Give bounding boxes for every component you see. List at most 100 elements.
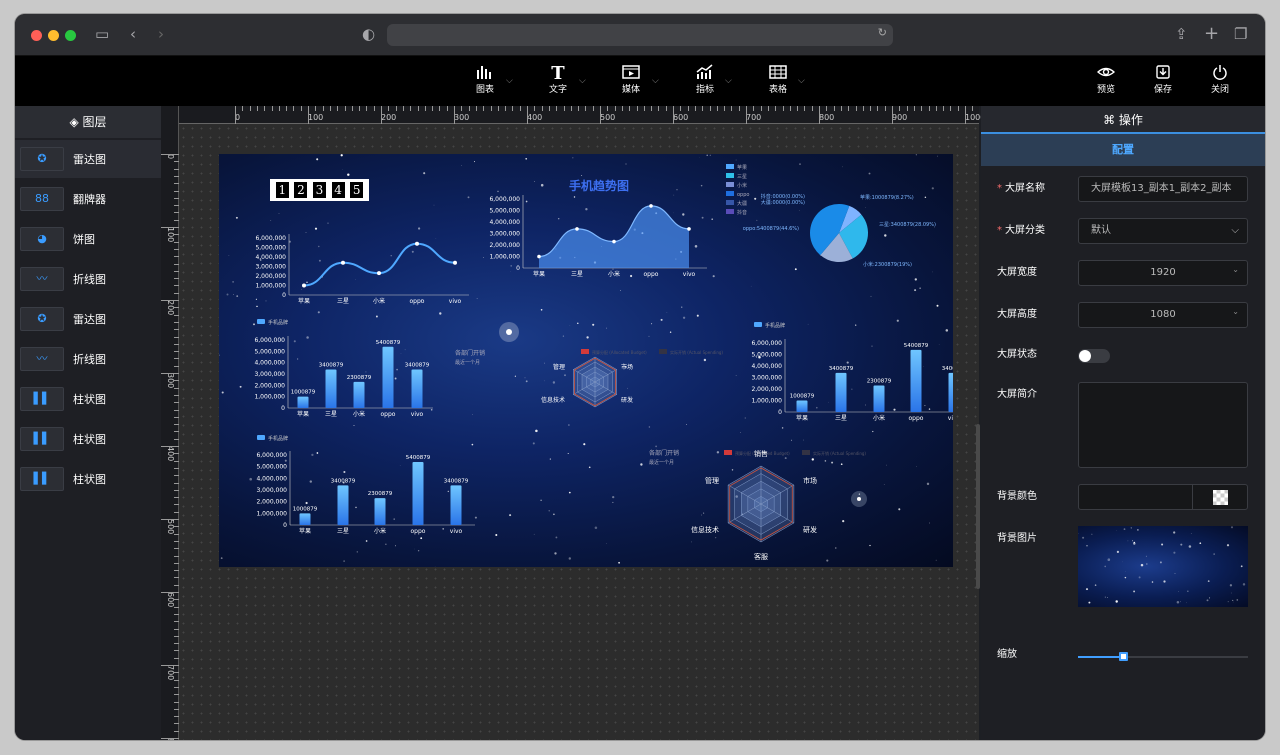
name-input[interactable]: 大屏模板13_副本1_副本2_副本	[1078, 176, 1248, 202]
chart-tool-button[interactable]: 图表	[460, 64, 510, 96]
intro-label: 大屏简介	[997, 389, 1037, 400]
radar-title: 各部门开销	[649, 449, 679, 457]
chevron-down-icon[interactable]: ⌵	[579, 76, 586, 86]
stepper-arrows-icon[interactable]: ⌃⌄	[1232, 261, 1239, 275]
layer-item[interactable]: ▌▌ 柱状图	[15, 460, 161, 498]
chevron-down-icon[interactable]: ⌵	[652, 76, 659, 86]
media-tool-button[interactable]: 媒体	[606, 64, 656, 96]
bar-legend-label: 手机品牌	[765, 322, 785, 329]
layer-item[interactable]: ✪ 雷达图	[15, 300, 161, 338]
save-button[interactable]: 保存	[1138, 64, 1188, 96]
chevron-down-icon[interactable]: ⌵	[798, 76, 805, 86]
chevron-down-icon[interactable]: ⌵	[506, 76, 513, 86]
bar-legend-swatch	[257, 435, 265, 440]
back-icon[interactable]: ‹	[130, 24, 136, 44]
radar-axis-label: 管理	[553, 363, 565, 371]
layers-panel: ◈ 图层 ✪ 雷达图 88 翻牌器 ◕ 饼图〰折线图 ✪ 雷达图〰折线图 ▌▌ 柱状图 ▌▌ 柱状图 ▌…	[15, 106, 161, 740]
radar-axis-label: 信息技术	[691, 525, 719, 534]
zoom-slider[interactable]	[1078, 652, 1248, 661]
address-bar[interactable]: ↻	[387, 24, 893, 46]
x-tick-label: 小米	[374, 527, 386, 535]
layer-item[interactable]: 88 翻牌器	[15, 180, 161, 218]
y-tick-label: 2,000,000	[255, 273, 286, 280]
text-tool-button[interactable]: T 文字	[533, 64, 583, 96]
radar-legend-swatch	[581, 349, 589, 354]
dashboard-screen[interactable]: 1 2 3 4 5 .fd{display:inline-block;width…	[219, 154, 953, 567]
command-icon: ⌘	[1103, 113, 1119, 127]
layers-header: ◈ 图层	[15, 106, 161, 138]
y-tick-label: 5,000,000	[254, 348, 285, 355]
bgcolor-input[interactable]	[1078, 484, 1193, 510]
intro-textarea[interactable]	[1078, 382, 1248, 468]
shield-icon[interactable]: ◐	[362, 24, 375, 44]
close-window-button[interactable]	[31, 30, 42, 41]
ruler-tick-label: 200	[381, 113, 397, 122]
bar-icon: ▌▌	[20, 427, 64, 451]
stepper-arrows-icon[interactable]: ⌃⌄	[1232, 303, 1239, 317]
bar	[325, 369, 337, 408]
y-tick-label: 1,000,000	[751, 398, 782, 405]
layer-item[interactable]: ▌▌ 柱状图	[15, 380, 161, 418]
bgimage-thumbnail[interactable]	[1078, 526, 1248, 607]
height-stepper[interactable]: 1080⌃⌄	[1078, 302, 1248, 328]
eye-icon	[1081, 64, 1131, 84]
pie-label: 小米:2300879(19%)	[863, 261, 912, 268]
table-tool-button[interactable]: 表格	[753, 64, 803, 96]
indicator-tool-button[interactable]: 指标	[680, 64, 730, 96]
bar	[411, 369, 423, 408]
preview-button[interactable]: 预览	[1081, 64, 1131, 96]
area-point	[575, 227, 579, 231]
zoom-window-button[interactable]	[65, 30, 76, 41]
reload-icon[interactable]: ↻	[878, 26, 887, 39]
pie-legend-label: 苹果	[737, 164, 747, 171]
tabs-overview-icon[interactable]: ❐	[1234, 24, 1247, 44]
layer-item[interactable]: ◕ 饼图	[15, 220, 161, 258]
bar-chart-icon	[460, 64, 510, 84]
y-tick-label: 1,000,000	[489, 254, 520, 261]
forward-icon[interactable]: ›	[158, 24, 164, 44]
y-tick-label: 6,000,000	[751, 340, 782, 347]
layer-item[interactable]: ▌▌ 柱状图	[15, 420, 161, 458]
x-tick-label: 小米	[373, 297, 385, 305]
canvas-scrollbar[interactable]	[976, 424, 980, 589]
y-tick-label: 6,000,000	[254, 337, 285, 344]
line-point	[341, 260, 345, 265]
radar-title: 各部门开销	[455, 349, 485, 357]
bar	[297, 396, 309, 408]
y-tick-label: 4,000,000	[256, 475, 287, 482]
status-toggle[interactable]	[1078, 349, 1110, 363]
pie-icon: ◕	[20, 227, 64, 251]
layer-item[interactable]: 〰折线图	[15, 260, 161, 298]
sidebar-toggle-icon[interactable]: ▭	[95, 24, 109, 44]
y-tick-label: 1,000,000	[256, 510, 287, 517]
minimize-window-button[interactable]	[48, 30, 59, 41]
bar-icon: ▌▌	[20, 467, 64, 491]
charts-layer: 6,000,000 5,000,000 4,000,000 3,000,000 2,00…	[254, 164, 953, 561]
table-icon	[753, 64, 803, 84]
x-tick-label: vivo	[450, 528, 463, 535]
radar-axis-label: 管理	[705, 476, 719, 485]
close-button[interactable]: 关闭	[1195, 64, 1245, 96]
color-picker-button[interactable]	[1192, 484, 1248, 510]
new-tab-icon[interactable]: +	[1204, 24, 1219, 44]
chevron-down-icon[interactable]: ⌵	[725, 76, 732, 86]
layer-item[interactable]: ✪ 雷达图	[15, 140, 161, 178]
bar-value-label: 3400879	[829, 366, 854, 372]
width-stepper[interactable]: 1920⌃⌄	[1078, 260, 1248, 286]
tab-config[interactable]: 配置	[981, 134, 1265, 166]
zoom-slider-handle[interactable]	[1119, 652, 1128, 661]
pie-legend-swatch	[726, 164, 734, 169]
bar-value-label: 1000879	[293, 506, 318, 512]
bar-value-label: 2300879	[867, 379, 892, 385]
bar-legend-swatch	[257, 319, 265, 324]
layer-label: 翻牌器	[73, 193, 106, 206]
category-select[interactable]: 默认 ⌵	[1078, 218, 1248, 244]
share-icon[interactable]: ⇪	[1175, 24, 1188, 44]
bar	[353, 381, 365, 408]
transparent-swatch-icon	[1213, 490, 1228, 505]
layer-item[interactable]: 〰折线图	[15, 340, 161, 378]
y-tick-label: 2,000,000	[751, 386, 782, 393]
x-tick-label: 三星	[337, 528, 349, 535]
y-tick-label: 4,000,000	[751, 363, 782, 370]
y-tick-label: 0	[283, 522, 287, 529]
